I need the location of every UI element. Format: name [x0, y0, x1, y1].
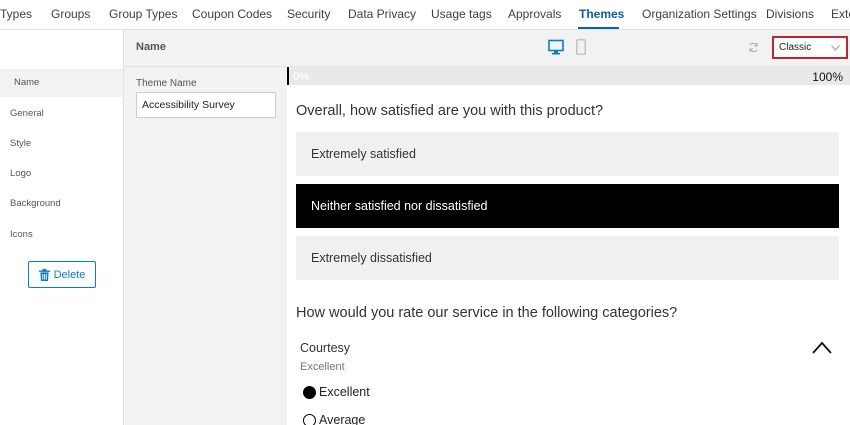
tab-extensions[interactable]: Exte	[831, 7, 850, 21]
sidebar-item-background[interactable]: Background	[0, 190, 123, 218]
radio-option-label: Average	[319, 413, 366, 425]
chevron-down-icon	[831, 45, 840, 51]
radio-option-label: Excellent	[319, 385, 370, 399]
tab-security[interactable]: Security	[287, 7, 330, 21]
sidebar-item-logo[interactable]: Logo	[0, 160, 123, 188]
radio-button	[303, 413, 316, 425]
tab-divisions[interactable]: Divisions	[766, 7, 814, 21]
radio-button	[303, 385, 316, 399]
theme-editor-panel	[124, 30, 287, 425]
progress-bar-fill	[287, 67, 289, 85]
delete-button[interactable]: Delete	[28, 261, 96, 288]
sidebar-item-name[interactable]: Name	[0, 69, 123, 97]
sidebar-item-icons[interactable]: Icons	[0, 221, 123, 249]
theme-name-input[interactable]	[136, 92, 276, 118]
tab-group-types[interactable]: Group Types	[109, 7, 177, 21]
tab-usage-tags[interactable]: Usage tags	[431, 7, 492, 21]
progress-bar	[287, 67, 850, 85]
top-navigation: Types Groups Group Types Coupon Codes Se…	[0, 0, 850, 30]
progress-start-label: 0%	[293, 71, 309, 83]
answer-choice-extremely-satisfied[interactable]: Extremely satisfied	[296, 132, 839, 176]
radio-option-excellent[interactable]: Excellent	[303, 385, 370, 399]
question-1-text: Overall, how satisfied are you with this…	[296, 103, 604, 119]
tab-data-privacy[interactable]: Data Privacy	[348, 7, 416, 21]
refresh-icon[interactable]	[748, 42, 759, 53]
tab-types[interactable]: Types	[0, 7, 32, 21]
theme-name-label: Theme Name	[136, 78, 197, 89]
tab-approvals[interactable]: Approvals	[508, 7, 561, 21]
layout-dropdown-value: Classic	[779, 42, 812, 53]
preview-header-bar	[124, 30, 850, 67]
delete-button-label: Delete	[53, 268, 86, 281]
theme-sections-sidebar: Name General Style Logo Background Icons…	[0, 30, 124, 425]
progress-end-label: 100%	[812, 70, 843, 84]
mobile-icon[interactable]	[576, 39, 586, 55]
answer-choice-neutral[interactable]: Neither satisfied nor dissatisfied	[296, 184, 839, 228]
question-2-text: How would you rate our service in the fo…	[296, 305, 678, 321]
tab-themes[interactable]: Themes	[579, 7, 624, 21]
tab-groups[interactable]: Groups	[51, 7, 90, 21]
sidebar-item-style[interactable]: Style	[0, 130, 123, 158]
statement-label: Courtesy	[300, 341, 351, 355]
statement-selected-value: Excellent	[300, 361, 345, 373]
layout-dropdown[interactable]: Classic	[772, 36, 848, 59]
sidebar-item-general[interactable]: General	[0, 100, 123, 128]
tab-organization-settings[interactable]: Organization Settings	[642, 7, 757, 21]
trash-icon	[38, 268, 50, 281]
answer-choice-extremely-dissatisfied[interactable]: Extremely dissatisfied	[296, 236, 839, 280]
radio-option-average[interactable]: Average	[303, 413, 365, 425]
tab-coupon-codes[interactable]: Coupon Codes	[192, 7, 272, 21]
desktop-icon[interactable]	[548, 39, 564, 55]
chevron-up-icon[interactable]	[812, 341, 832, 355]
section-title: Name	[136, 41, 166, 53]
